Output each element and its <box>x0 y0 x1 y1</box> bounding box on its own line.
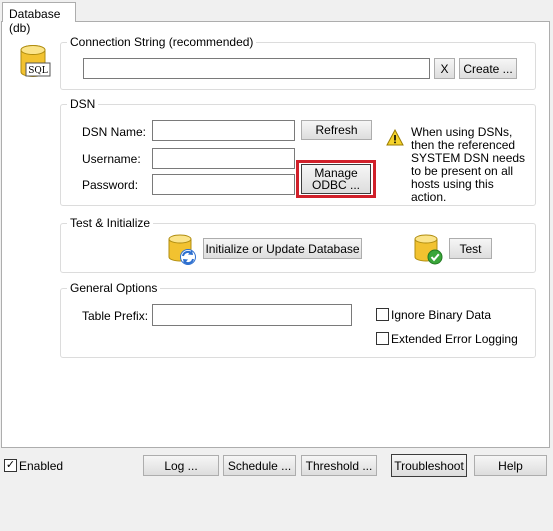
extended-logging-label: Extended Error Logging <box>391 332 518 346</box>
ignore-binary-checkbox[interactable] <box>376 308 389 321</box>
warning-icon <box>386 128 404 146</box>
schedule-button[interactable]: Schedule ... <box>223 455 296 476</box>
help-button[interactable]: Help <box>474 455 547 476</box>
password-input[interactable] <box>152 174 295 195</box>
test-button[interactable]: Test <box>449 238 492 259</box>
enabled-checkbox[interactable]: ✓ <box>4 459 17 472</box>
refresh-button[interactable]: Refresh <box>301 120 372 140</box>
sql-database-icon: SQL <box>18 44 52 80</box>
ignore-binary-label: Ignore Binary Data <box>391 308 492 322</box>
database-sync-icon <box>166 233 198 265</box>
general-options-title: General Options <box>67 281 161 295</box>
connection-string-input[interactable] <box>83 58 430 79</box>
dsn-name-label: DSN Name: <box>82 125 147 139</box>
create-connection-button[interactable]: Create ... <box>459 58 517 79</box>
table-prefix-input[interactable] <box>152 304 352 326</box>
tab-database[interactable]: Database (db) <box>2 2 76 35</box>
username-input[interactable] <box>152 148 295 169</box>
log-button[interactable]: Log ... <box>143 455 219 476</box>
threshold-button[interactable]: Threshold ... <box>301 455 377 476</box>
connection-string-title: Connection String (recommended) <box>67 35 257 49</box>
manage-odbc-button[interactable]: Manage ODBC ... <box>301 164 371 194</box>
username-label: Username: <box>82 152 141 166</box>
extended-logging-checkbox[interactable] <box>376 332 389 345</box>
dsn-title: DSN <box>67 97 99 111</box>
password-label: Password: <box>82 178 139 192</box>
table-prefix-label: Table Prefix: <box>82 309 149 323</box>
checkmark-icon: ✓ <box>5 459 16 471</box>
enabled-label: Enabled <box>19 459 64 473</box>
clear-connection-button[interactable]: X <box>434 58 455 79</box>
troubleshoot-button[interactable]: Troubleshoot <box>391 454 467 477</box>
test-initialize-title: Test & Initialize <box>67 216 154 230</box>
initialize-database-button[interactable]: Initialize or Update Database <box>203 238 362 259</box>
svg-text:SQL: SQL <box>28 66 48 76</box>
dsn-name-select[interactable] <box>152 120 295 141</box>
database-check-icon <box>412 233 444 265</box>
dsn-warning-text: When using DSNs, then the referenced SYS… <box>411 125 526 204</box>
